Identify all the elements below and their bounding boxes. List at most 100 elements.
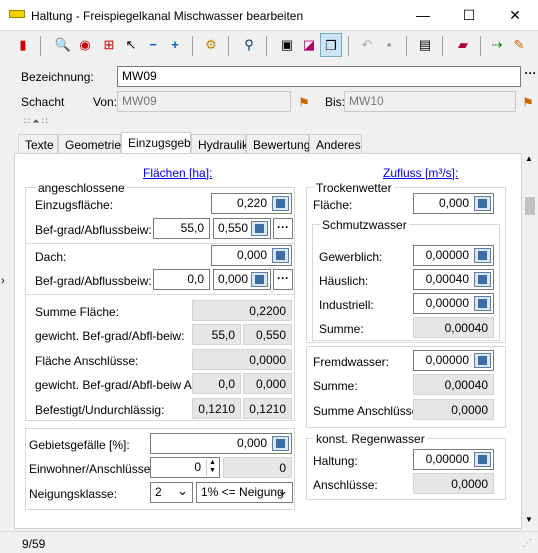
scroll-thumb[interactable] (525, 197, 535, 215)
select-icon[interactable]: ↖ (120, 33, 142, 57)
haeuslich-input[interactable]: 0,00040 (413, 269, 494, 290)
filter-icon[interactable]: ⚙ (200, 33, 222, 57)
von-pick-icon[interactable]: ⚑ (293, 91, 315, 115)
splitter-handle[interactable]: ∷ ⏶ ∷ (24, 116, 48, 127)
einzugsflaeche-label: Einzugsfläche: (35, 198, 114, 212)
schmutzwasser-title: Schmutzwasser (320, 218, 409, 232)
flaeche-input[interactable]: 0,000 (413, 193, 494, 214)
von-input[interactable]: MW09 (117, 91, 291, 112)
record-counter: 9/59 (22, 537, 46, 551)
befestigt-label: Befestigt/Undurchlässig: (35, 403, 165, 417)
gewicht-al-label: gewicht. Bef-grad/Abfl-beiw AL: (35, 378, 202, 392)
summe2-value: 0,00040 (413, 374, 494, 395)
flaeche-label: Fläche: (313, 198, 353, 212)
maximize-button[interactable]: ☐ (446, 0, 492, 31)
zufluss-link[interactable]: Zufluss [m³/s]: (383, 166, 458, 180)
industriell-label: Industriell: (319, 298, 374, 312)
gewerblich-label: Gewerblich: (319, 250, 383, 264)
close-button[interactable]: ✕ (492, 0, 538, 31)
bezeichnung-more-button[interactable]: ··· (523, 66, 538, 87)
tab-anderes[interactable]: Anderes (309, 134, 362, 154)
gewicht-al-a-value: 0,0 (192, 373, 241, 394)
anschluesse-value: 0,0000 (413, 473, 494, 494)
scroll-down-icon[interactable]: ▼ (525, 515, 533, 524)
print-icon[interactable]: ▤ (414, 33, 436, 57)
flaechen-link[interactable]: Flächen [ha]: (143, 166, 212, 180)
tab-geometrie[interactable]: Geometrie (58, 134, 121, 154)
neigung-select[interactable]: 2 (150, 482, 193, 503)
befgrad2-a-input[interactable]: 0,0 (153, 269, 210, 290)
bezeichnung-input[interactable]: MW09 (117, 66, 521, 87)
calculator-icon[interactable] (272, 196, 289, 211)
gewicht-al-b-value: 0,000 (243, 373, 292, 394)
vertical-scrollbar[interactable]: ▲ ▼ (522, 153, 538, 529)
befgrad1-b-input[interactable]: 0,550 (213, 218, 271, 239)
summe-anschl-value: 0,0000 (413, 399, 494, 420)
flaeche-anschl-value: 0,0000 (192, 349, 292, 370)
undo-icon[interactable]: ↶ (356, 33, 378, 57)
gewicht-label: gewicht. Bef-grad/Abfl-beiw: (35, 329, 185, 343)
calculator-icon[interactable] (474, 248, 491, 263)
connect-icon[interactable]: ⇢ (486, 33, 508, 57)
befgrad2-label: Bef-grad/Abflussbeiw: (35, 274, 152, 288)
network-icon[interactable]: ⚲ (238, 33, 260, 57)
neigung-text-select[interactable]: 1% <= Neigung (196, 482, 293, 503)
fremd-input[interactable]: 0,00000 (413, 350, 494, 371)
bis-pick-icon[interactable]: ⚑ (517, 91, 538, 115)
einzugsflaeche-input[interactable]: 0,220 (211, 193, 292, 214)
grid-icon[interactable]: ⊞ (98, 33, 120, 57)
bis-label: Bis: (325, 95, 346, 109)
expand-left-icon[interactable]: › (1, 275, 5, 287)
toolbar-separator (266, 36, 267, 56)
minimize-button[interactable]: — (400, 0, 446, 31)
toolbar-separator (406, 36, 407, 56)
tab-hydraulik[interactable]: Hydraulik (191, 134, 248, 154)
befgrad2-more-button[interactable]: ··· (273, 269, 293, 290)
befgrad1-more-button[interactable]: ··· (273, 218, 293, 239)
gebietsgefaelle-input[interactable]: 0,000 (150, 433, 292, 454)
calculator-icon[interactable] (474, 452, 491, 467)
tab-texte[interactable]: Texte (18, 134, 58, 154)
flaeche-anschl-label: Fläche Anschlüsse: (35, 354, 139, 368)
save-icon[interactable]: ▪ (378, 33, 400, 57)
calculator-icon[interactable] (474, 353, 491, 368)
befgrad2-b-input[interactable]: 0,000 (213, 269, 271, 290)
anschluesse-label: Anschlüsse: (313, 478, 378, 492)
haltung-input[interactable]: 0,00000 (413, 449, 494, 470)
zoom-out-icon[interactable]: − (142, 33, 164, 57)
tab-bewertung[interactable]: Bewertung (246, 134, 310, 154)
calculator-icon[interactable] (474, 272, 491, 287)
calculator-icon[interactable] (251, 272, 268, 287)
window-copy-icon[interactable]: ❐ (320, 33, 342, 57)
zoom-icon[interactable]: 🔍 (52, 33, 74, 57)
book-icon[interactable]: ▰ (452, 33, 474, 57)
spin-arrows-icon[interactable]: ▲ ▼ (206, 459, 218, 476)
summe1-label: Summe: (319, 322, 364, 336)
toolbar-separator (40, 36, 41, 56)
calculator-icon[interactable] (272, 436, 289, 451)
calculator-icon[interactable] (474, 196, 491, 211)
exit-icon[interactable]: ▮ (12, 33, 34, 57)
haeuslich-label: Häuslich: (319, 274, 369, 288)
calculator-icon[interactable] (474, 296, 491, 311)
zoom-object-icon[interactable]: ◉ (74, 33, 96, 57)
title-bar: Haltung - Freispiegelkanal Mischwasser b… (0, 0, 538, 31)
einwohner-spin-input[interactable]: 0 ▲ ▼ (150, 457, 220, 478)
scroll-up-icon[interactable]: ▲ (525, 154, 533, 163)
gebietsgefaelle-label: Gebietsgefälle [%]: (29, 438, 130, 452)
gewicht-a-value: 55,0 (192, 324, 241, 345)
industriell-input[interactable]: 0,00000 (413, 293, 494, 314)
tab-einzugsgeb[interactable]: Einzugsgeb. (121, 132, 194, 154)
zoom-in-icon[interactable]: + (164, 33, 186, 57)
calculator-icon[interactable] (251, 221, 268, 236)
gewerblich-input[interactable]: 0,00000 (413, 245, 494, 266)
tools-icon[interactable]: ✎ (508, 33, 530, 57)
bis-input[interactable]: MW10 (344, 91, 516, 112)
window-mail-icon[interactable]: ◪ (298, 33, 320, 57)
calculator-icon[interactable] (272, 248, 289, 263)
resize-grip-icon[interactable]: ⋰ (522, 538, 532, 549)
dach-input[interactable]: 0,000 (211, 245, 292, 266)
befgrad1-a-input[interactable]: 55,0 (153, 218, 210, 239)
window-icon[interactable]: ▣ (276, 33, 298, 57)
angeschlossene-title: angeschlossene (36, 181, 127, 195)
